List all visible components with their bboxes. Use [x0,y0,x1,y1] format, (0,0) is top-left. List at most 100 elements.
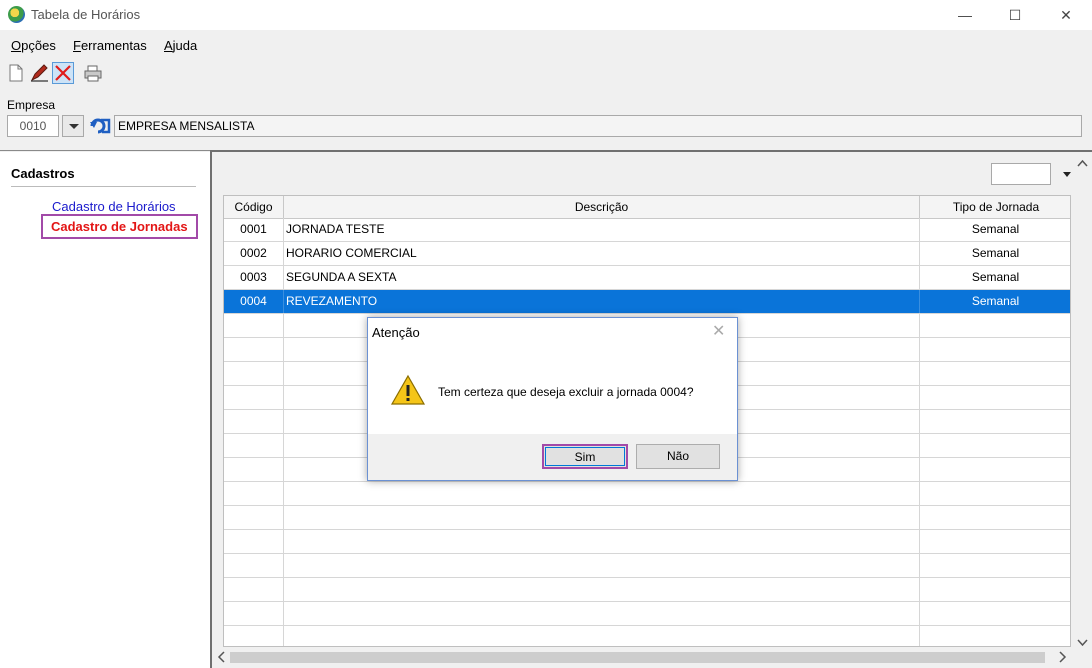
sidebar: Cadastros Cadastro de Horários Cadastro … [0,152,210,668]
empty-cell [920,386,1070,409]
empty-cell [920,530,1070,553]
delete-button[interactable] [52,62,74,84]
empty-cell [224,386,284,409]
refresh-icon [90,118,111,134]
app-icon [8,6,25,23]
empty-cell [224,506,284,529]
menu-ferramentas-label: erramentas [80,38,147,53]
refresh-button[interactable] [89,117,111,135]
edit-button[interactable] [28,62,50,84]
empty-row [224,506,1070,530]
empty-cell [224,410,284,433]
empty-cell [224,554,284,577]
cell-tipo: Semanal [920,290,1070,313]
menu-opcoes-mnemonic: O [11,38,22,53]
scroll-thumb[interactable] [230,652,1045,663]
print-button[interactable] [82,62,104,84]
menu-ajuda-mnemonic: A [164,38,173,53]
sidebar-divider [11,186,196,187]
scroll-left-icon [217,651,225,663]
scroll-right-icon [1059,651,1067,663]
pencil-icon [30,64,48,82]
cell-descricao: SEGUNDA A SEXTA [284,266,920,289]
scroll-up-icon [1077,159,1088,167]
empty-cell [224,458,284,481]
close-button[interactable]: ✕ [1043,0,1089,30]
horizontal-scrollbar[interactable] [212,648,1073,666]
empty-row [224,554,1070,578]
empty-cell [224,338,284,361]
filter-dropdown-arrow[interactable] [1052,163,1074,185]
empty-cell [224,314,284,337]
new-document-button[interactable] [5,62,27,84]
cell-codigo: 0002 [224,242,284,265]
sidebar-item-cadastro-jornadas[interactable]: Cadastro de Jornadas [41,214,198,239]
empty-cell [920,362,1070,385]
empresa-name-field: EMPRESA MENSALISTA [114,115,1082,137]
maximize-button[interactable]: ☐ [992,0,1038,30]
menu-ferramentas-mnemonic: F [73,38,81,53]
menu-ferramentas[interactable]: Ferramentas [73,38,147,53]
dialog-title: Atenção [372,325,420,340]
empty-cell [920,314,1070,337]
menu-bar: Opções Ferramentas Ajuda [0,30,1092,60]
empty-cell [224,626,284,646]
cell-descricao: HORARIO COMERCIAL [284,242,920,265]
empty-row [224,602,1070,626]
filter-select[interactable] [991,163,1051,185]
empresa-dropdown-button[interactable] [62,115,84,137]
delete-x-icon [55,65,71,81]
scroll-down-icon [1077,639,1088,647]
confirm-dialog: Atenção ✕ Tem certeza que deseja excluir… [367,317,738,481]
empty-cell [224,482,284,505]
sidebar-item-cadastro-horarios[interactable]: Cadastro de Horários [52,199,176,214]
header-tipo-jornada[interactable]: Tipo de Jornada [920,196,1070,218]
yes-button[interactable]: Sim [542,444,628,469]
cell-descricao: JORNADA TESTE [284,218,920,241]
empty-row [224,482,1070,506]
table-row[interactable]: 0002 HORARIO COMERCIAL Semanal [224,242,1070,266]
table-row-selected[interactable]: 0004 REVEZAMENTO Semanal [224,290,1070,314]
title-bar: Tabela de Horários — ☐ ✕ [0,0,1092,30]
empty-cell [920,578,1070,601]
empresa-code-input[interactable]: 0010 [7,115,59,137]
cell-codigo: 0003 [224,266,284,289]
empty-row [224,626,1070,646]
menu-ajuda-label: juda [172,38,198,53]
table-row[interactable]: 0003 SEGUNDA A SEXTA Semanal [224,266,1070,290]
empty-cell [284,506,920,529]
menu-ajuda[interactable]: Ajuda [164,38,197,53]
printer-icon [84,65,102,82]
empty-row [224,578,1070,602]
header-codigo[interactable]: Código [224,196,284,218]
empty-cell [920,458,1070,481]
empty-cell [224,530,284,553]
no-button[interactable]: Não [636,444,720,469]
vertical-scrollbar[interactable] [1073,152,1092,652]
empty-cell [920,482,1070,505]
header-descricao[interactable]: Descrição [284,196,920,218]
empty-cell [284,554,920,577]
cell-tipo: Semanal [920,242,1070,265]
menu-opcoes[interactable]: Opções [11,38,56,53]
minimize-button[interactable]: — [942,0,988,30]
empty-cell [284,482,920,505]
empty-cell [920,410,1070,433]
cell-descricao: REVEZAMENTO [284,290,920,313]
cell-tipo: Semanal [920,266,1070,289]
cell-codigo: 0001 [224,218,284,241]
empty-cell [920,506,1070,529]
empty-cell [284,602,920,625]
grid-header: Código Descrição Tipo de Jornada [224,196,1070,219]
empty-cell [284,578,920,601]
cell-codigo: 0004 [224,290,284,313]
menu-opcoes-label: pções [21,38,56,53]
dialog-footer: Sim Não [368,434,737,480]
dialog-close-button[interactable]: ✕ [712,321,725,341]
table-row[interactable]: 0001 JORNADA TESTE Semanal [224,218,1070,242]
empty-cell [224,602,284,625]
empty-row [224,530,1070,554]
empty-cell [920,626,1070,646]
warning-icon [390,374,426,406]
empty-cell [920,338,1070,361]
